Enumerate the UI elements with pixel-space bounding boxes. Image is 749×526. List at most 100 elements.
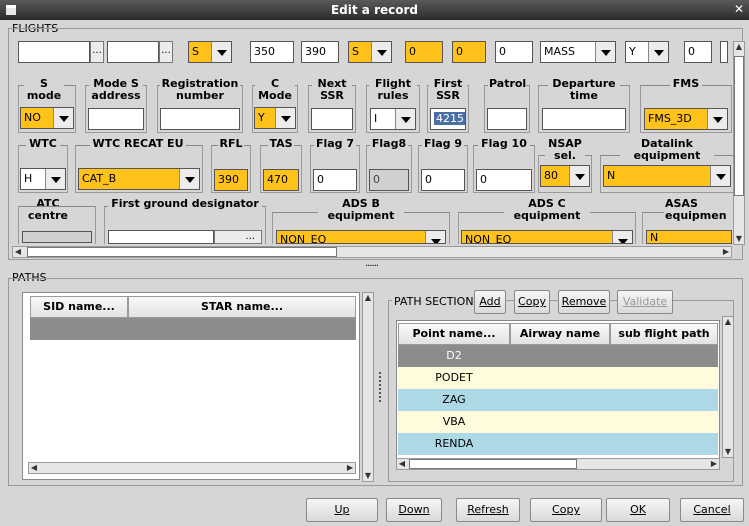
first-ssr-input[interactable]: 4215 bbox=[430, 108, 466, 130]
flights-vscroll-thumb[interactable] bbox=[734, 56, 744, 196]
refresh-button[interactable]: Refresh bbox=[456, 498, 520, 522]
field-r0-3[interactable]: 350 bbox=[250, 41, 294, 63]
column-header-star[interactable]: STAR name... bbox=[128, 296, 356, 318]
s-mode-dropdown[interactable]: NO bbox=[20, 107, 74, 129]
sid-star-hscrollbar[interactable]: ◀ ▶ bbox=[28, 462, 356, 474]
first-ssr-label: First SSR bbox=[429, 78, 467, 102]
field-r0-9[interactable] bbox=[720, 41, 728, 63]
chevron-down-icon bbox=[179, 169, 199, 189]
up-button[interactable]: Up bbox=[306, 498, 378, 522]
scroll-left-icon[interactable]: ◀ bbox=[13, 247, 23, 257]
first-ground-browse-button[interactable]: ... bbox=[214, 230, 262, 244]
datalink-dropdown[interactable]: N bbox=[603, 165, 731, 187]
column-header-sub-flight-path[interactable]: sub flight path bbox=[610, 323, 718, 345]
flag7-label: Flag 7 bbox=[314, 137, 356, 150]
flag9-input[interactable]: 0 bbox=[421, 169, 465, 191]
asas-input[interactable]: N bbox=[646, 230, 732, 244]
path-section-label: PATH SECTION bbox=[392, 295, 476, 308]
scroll-up-icon[interactable]: ▲ bbox=[363, 293, 373, 303]
browse-button-2[interactable]: ... bbox=[159, 41, 173, 63]
validate-button[interactable]: Validate bbox=[617, 290, 673, 314]
flights-hscroll-thumb[interactable] bbox=[27, 247, 337, 257]
remove-button[interactable]: Remove bbox=[558, 290, 610, 314]
patrol-input[interactable] bbox=[487, 108, 527, 130]
scroll-left-icon[interactable]: ◀ bbox=[29, 463, 39, 473]
first-ground-input[interactable] bbox=[108, 230, 214, 244]
c-mode-dropdown[interactable]: Y bbox=[254, 107, 296, 129]
tas-input[interactable]: 470 bbox=[263, 169, 299, 191]
next-ssr-input[interactable] bbox=[311, 108, 353, 130]
browse-button-1[interactable]: ... bbox=[90, 41, 104, 63]
cancel-button[interactable]: Cancel bbox=[680, 498, 744, 522]
ok-button[interactable]: OK bbox=[606, 498, 670, 522]
dropdown-r0-4[interactable]: Y bbox=[625, 41, 669, 63]
atc-centre-input bbox=[22, 231, 92, 243]
mode-s-address-input[interactable] bbox=[88, 108, 144, 130]
field-r0-2[interactable] bbox=[107, 41, 159, 63]
scroll-down-icon[interactable]: ▼ bbox=[363, 471, 373, 481]
scroll-right-icon[interactable]: ▶ bbox=[721, 247, 731, 257]
dropdown-r0-2[interactable]: S bbox=[348, 41, 392, 63]
down-button[interactable]: Down bbox=[386, 498, 442, 522]
fms-dropdown[interactable]: FMS_3D bbox=[644, 108, 728, 130]
scroll-down-icon[interactable]: ▼ bbox=[734, 234, 744, 244]
scroll-right-icon[interactable]: ▶ bbox=[709, 459, 719, 469]
scroll-up-icon[interactable]: ▲ bbox=[723, 317, 733, 327]
flag10-input[interactable]: 0 bbox=[476, 169, 532, 191]
departure-time-input[interactable] bbox=[542, 108, 626, 130]
adsb-label: ADS B equipment bbox=[318, 198, 404, 222]
paths-vertical-scrollbar[interactable]: ▲ ▼ bbox=[362, 292, 374, 482]
dropdown-r0-1[interactable]: S bbox=[188, 41, 232, 63]
sid-star-selected-row[interactable] bbox=[30, 318, 356, 340]
ok-button-label: OK bbox=[630, 503, 646, 516]
point-row-1[interactable]: D2 bbox=[398, 345, 718, 367]
scroll-up-icon[interactable]: ▲ bbox=[734, 42, 744, 52]
point-row-4[interactable]: VBA bbox=[398, 411, 718, 433]
field-r0-7[interactable]: 0 bbox=[495, 41, 533, 63]
column-header-airway[interactable]: Airway name bbox=[510, 323, 610, 345]
registration-input[interactable] bbox=[160, 108, 240, 130]
rfl-label: RFL bbox=[218, 137, 244, 150]
add-button[interactable]: Add bbox=[474, 290, 506, 314]
point-row-5[interactable]: RENDA bbox=[398, 433, 718, 455]
field-r0-5[interactable]: 0 bbox=[405, 41, 443, 63]
adsb-dropdown[interactable]: NON_EQ bbox=[276, 230, 446, 244]
flights-horizontal-scrollbar[interactable]: ◀ ▶ bbox=[12, 246, 732, 258]
copy-path-button[interactable]: Copy bbox=[514, 290, 550, 314]
scroll-left-icon[interactable]: ◀ bbox=[397, 459, 407, 469]
column-header-point[interactable]: Point name... bbox=[398, 323, 510, 345]
scroll-right-icon[interactable]: ▶ bbox=[345, 463, 355, 473]
flight-rules-dropdown[interactable]: I bbox=[370, 108, 416, 130]
flight-rules-label: Flight rules bbox=[369, 78, 417, 102]
datalink-value: N bbox=[607, 169, 616, 182]
column-header-sid[interactable]: SID name... bbox=[30, 296, 128, 318]
dropdown-r0-3-value: MASS bbox=[544, 45, 575, 58]
wtc-dropdown[interactable]: H bbox=[20, 168, 66, 190]
chevron-down-icon bbox=[707, 109, 727, 129]
fms-label: FMS bbox=[670, 78, 702, 90]
paths-splitter-handle[interactable] bbox=[379, 372, 382, 402]
field-r0-6[interactable]: 0 bbox=[452, 41, 486, 63]
chevron-down-icon bbox=[569, 166, 589, 186]
chevron-down-icon bbox=[371, 42, 391, 62]
flights-vertical-scrollbar[interactable]: ▲ ▼ bbox=[733, 41, 745, 245]
field-r0-8[interactable]: 0 bbox=[684, 41, 712, 63]
wtc-recat-dropdown[interactable]: CAT_B bbox=[78, 168, 200, 190]
flag10-label: Flag 10 bbox=[478, 138, 530, 150]
flag7-input[interactable]: 0 bbox=[313, 169, 357, 191]
adsc-dropdown[interactable]: NON_EQ bbox=[461, 230, 633, 244]
field-r0-4[interactable]: 390 bbox=[301, 41, 339, 63]
nsap-dropdown[interactable]: 80 bbox=[540, 165, 590, 187]
splitter-handle[interactable]: ...... bbox=[365, 258, 379, 269]
field-r0-1[interactable] bbox=[18, 41, 90, 63]
point-row-3[interactable]: ZAG bbox=[398, 389, 718, 411]
point-table-hscroll-thumb[interactable] bbox=[409, 459, 577, 469]
point-row-2[interactable]: PODET bbox=[398, 367, 718, 389]
copy-button[interactable]: Copy bbox=[530, 498, 602, 522]
dropdown-r0-3[interactable]: MASS bbox=[540, 41, 616, 63]
rfl-input[interactable]: 390 bbox=[214, 169, 248, 191]
scroll-down-icon[interactable]: ▼ bbox=[723, 447, 733, 457]
close-icon[interactable]: ✕ bbox=[734, 2, 744, 16]
point-table-vscrollbar[interactable]: ▲ ▼ bbox=[722, 316, 734, 458]
point-table-hscrollbar[interactable]: ◀ ▶ bbox=[396, 458, 720, 470]
